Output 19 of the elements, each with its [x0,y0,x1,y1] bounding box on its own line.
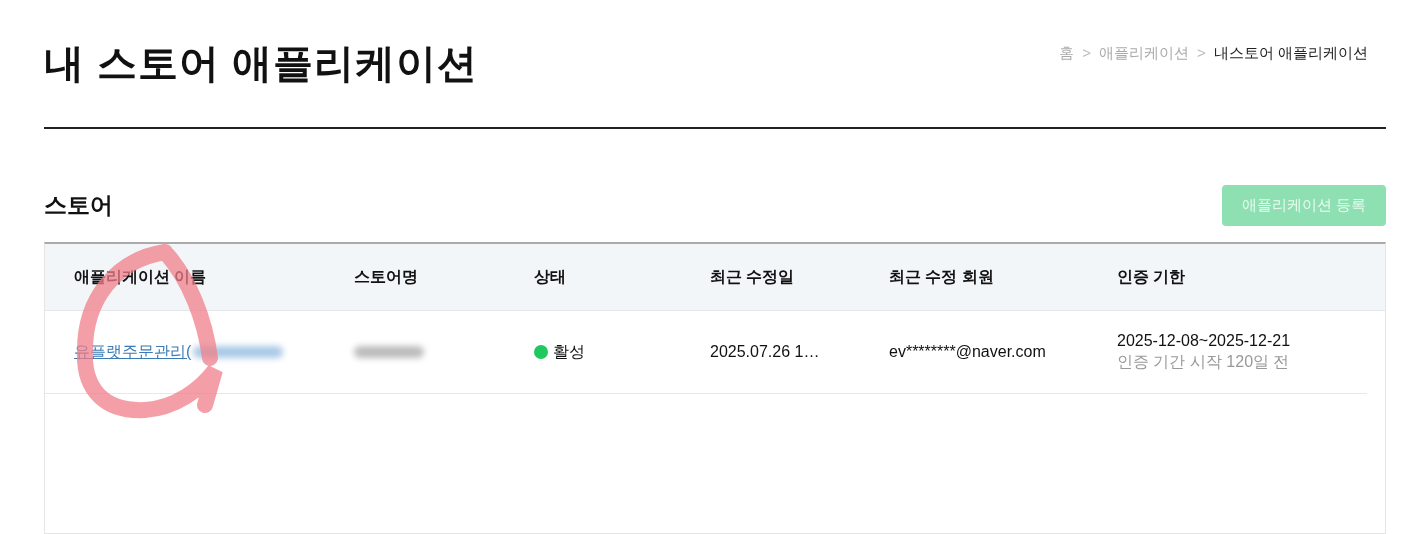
column-header: 최근 수정 회원 [889,266,995,287]
app-name-link[interactable]: 유플랫주문관리( [74,341,192,363]
page-title: 내 스토어 애플리케이션 [44,40,479,87]
column-header: 상태 [534,266,567,287]
breadcrumb-link[interactable]: 애플리케이션 [1099,44,1190,63]
breadcrumb-separator: > [1197,44,1206,63]
column-header: 인증 기한 [1117,266,1187,287]
table-cell: ev********@naver.com [889,343,1046,361]
breadcrumb-separator: > [1082,44,1092,63]
cert-note: 인증 기간 시작 120일 전 [1117,351,1290,372]
status-label: 활성 [553,341,585,362]
table-cell: 2025-12-08~2025-12-21 [1117,331,1291,350]
section-title: 스토어 [44,191,113,220]
column-header: 애플리케이션 이름 [74,266,208,287]
breadcrumb-link[interactable]: 내스토어 애플리케이션 [1213,44,1368,63]
column-header: 스토어명 [354,266,419,287]
breadcrumb-link[interactable]: 홈 [1059,44,1075,63]
column-header: 최근 수정일 [710,266,796,287]
table-cell: 2025.07.26 1… [710,343,820,361]
